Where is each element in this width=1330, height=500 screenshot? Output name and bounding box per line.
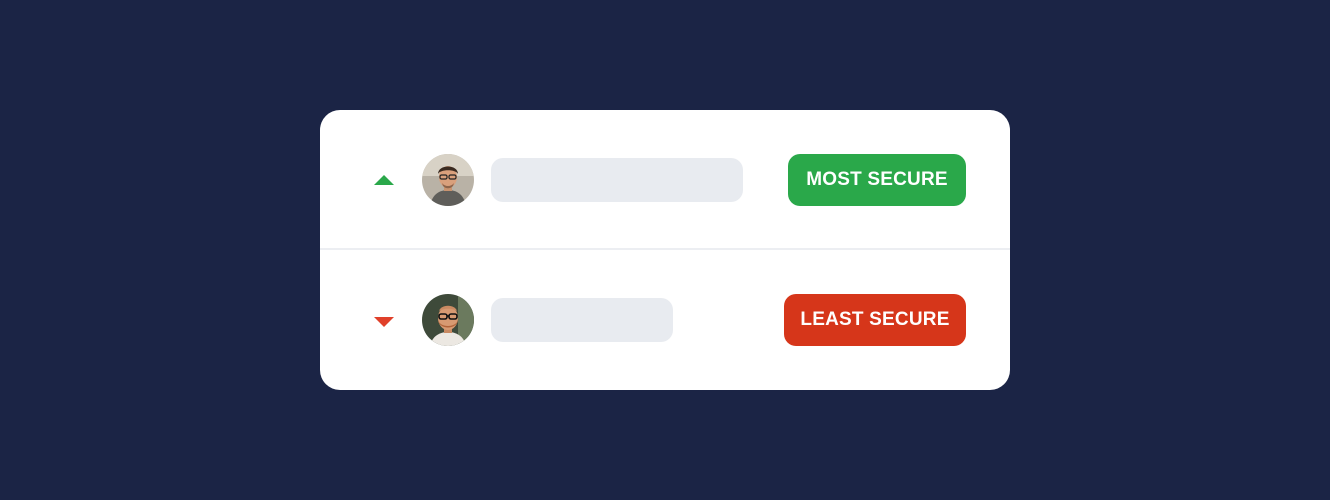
avatar — [422, 154, 474, 206]
ranking-row-least-secure: LEAST SECURE — [320, 250, 1010, 389]
name-placeholder — [491, 298, 673, 342]
triangle-up-icon — [374, 175, 394, 185]
most-secure-badge: MOST SECURE — [788, 154, 966, 206]
avatar — [422, 294, 474, 346]
triangle-down-icon — [374, 317, 394, 327]
least-secure-badge: LEAST SECURE — [784, 294, 966, 346]
security-ranking-card: MOST SECURE LEAST SECURE — [320, 110, 1010, 390]
ranking-row-most-secure: MOST SECURE — [320, 110, 1010, 249]
name-placeholder — [491, 158, 743, 202]
